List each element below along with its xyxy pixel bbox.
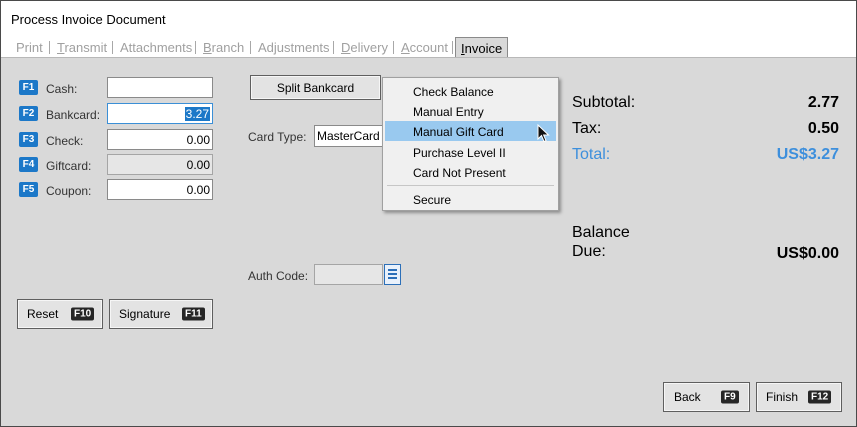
window-title: Process Invoice Document: [11, 12, 166, 27]
mouse-pointer-icon: [537, 124, 550, 143]
back-button[interactable]: Back F9: [663, 382, 750, 412]
tab-separator: [250, 41, 251, 54]
reset-shortcut-badge: F10: [71, 307, 95, 321]
tab-invoice[interactable]: Invoice: [455, 37, 509, 57]
coupon-label: Coupon:: [46, 184, 92, 198]
f3-key-badge: F3: [19, 132, 38, 147]
menu-item-manual-entry[interactable]: Manual Entry: [385, 101, 556, 121]
tax-label: Tax:: [572, 120, 602, 137]
due-label: Due:: [572, 243, 606, 260]
bankcard-amount-input[interactable]: 3.27: [107, 103, 213, 124]
tab-print[interactable]: Print: [16, 40, 43, 55]
tab-separator: [49, 41, 50, 54]
back-shortcut-badge: F9: [721, 390, 739, 404]
f5-key-badge: F5: [19, 182, 38, 197]
reset-button[interactable]: Reset F10: [17, 299, 103, 329]
f2-key-badge: F2: [19, 106, 38, 121]
menu-item-check-balance[interactable]: Check Balance: [385, 81, 556, 101]
menu-item-manual-gift-card[interactable]: Manual Gift Card: [385, 121, 556, 141]
tax-value: 0.50: [807, 120, 839, 137]
tab-attachments[interactable]: Attachments: [120, 40, 192, 55]
tab-separator: [393, 41, 394, 54]
giftcard-label: Giftcard:: [46, 159, 92, 173]
check-label: Check:: [46, 134, 84, 148]
cash-label: Cash:: [46, 82, 78, 96]
card-type-select[interactable]: MasterCard: [314, 125, 384, 147]
menu-separator: [387, 185, 554, 186]
f4-key-badge: F4: [19, 157, 38, 172]
tab-transmit[interactable]: Transmit: [57, 40, 107, 55]
bankcard-label: Bankcard:: [46, 108, 101, 122]
finish-shortcut-badge: F12: [808, 390, 832, 404]
card-type-label: Card Type:: [248, 130, 307, 144]
giftcard-amount-input: 0.00: [107, 154, 213, 175]
tab-separator: [112, 41, 113, 54]
tab-account[interactable]: Account: [401, 40, 448, 55]
subtotal-label: Subtotal:: [572, 94, 636, 111]
cash-amount-input[interactable]: [107, 77, 213, 98]
finish-button[interactable]: Finish F12: [756, 382, 842, 412]
menu-item-card-not-present[interactable]: Card Not Present: [385, 162, 556, 182]
coupon-amount-input[interactable]: 0.00: [107, 179, 213, 200]
signature-shortcut-badge: F11: [182, 307, 205, 321]
auth-code-list-button[interactable]: [384, 264, 401, 285]
auth-code-label: Auth Code:: [248, 269, 309, 283]
tab-delivery[interactable]: Delivery: [341, 40, 388, 55]
check-amount-input[interactable]: 0.00: [107, 129, 213, 150]
auth-code-input: [314, 264, 383, 285]
split-bankcard-button[interactable]: Split Bankcard: [250, 75, 381, 100]
total-value: US$3.27: [776, 146, 839, 163]
signature-button[interactable]: Signature F11: [109, 299, 213, 329]
bankcard-amount-selected-text: 3.27: [184, 107, 210, 121]
balance-due-value: US$0.00: [776, 245, 839, 262]
menu-item-secure[interactable]: Secure: [385, 189, 556, 209]
title-bar: Process Invoice Document: [1, 1, 856, 36]
tab-bar: Print Transmit Attachments Branch Adjust…: [1, 36, 856, 58]
tab-separator: [452, 41, 453, 54]
tab-separator: [333, 41, 334, 54]
total-label: Total:: [572, 146, 611, 163]
process-invoice-window: Process Invoice Document Print Transmit …: [0, 0, 857, 427]
balance-label: Balance: [572, 224, 630, 241]
tab-branch[interactable]: Branch: [203, 40, 244, 55]
f1-key-badge: F1: [19, 80, 38, 95]
bankcard-options-menu: Check Balance Manual Entry Manual Gift C…: [382, 77, 559, 211]
subtotal-value: 2.77: [807, 94, 839, 111]
menu-item-purchase-level-ii[interactable]: Purchase Level II: [385, 142, 556, 162]
tab-separator: [195, 41, 196, 54]
tab-adjustments[interactable]: Adjustments: [258, 40, 330, 55]
